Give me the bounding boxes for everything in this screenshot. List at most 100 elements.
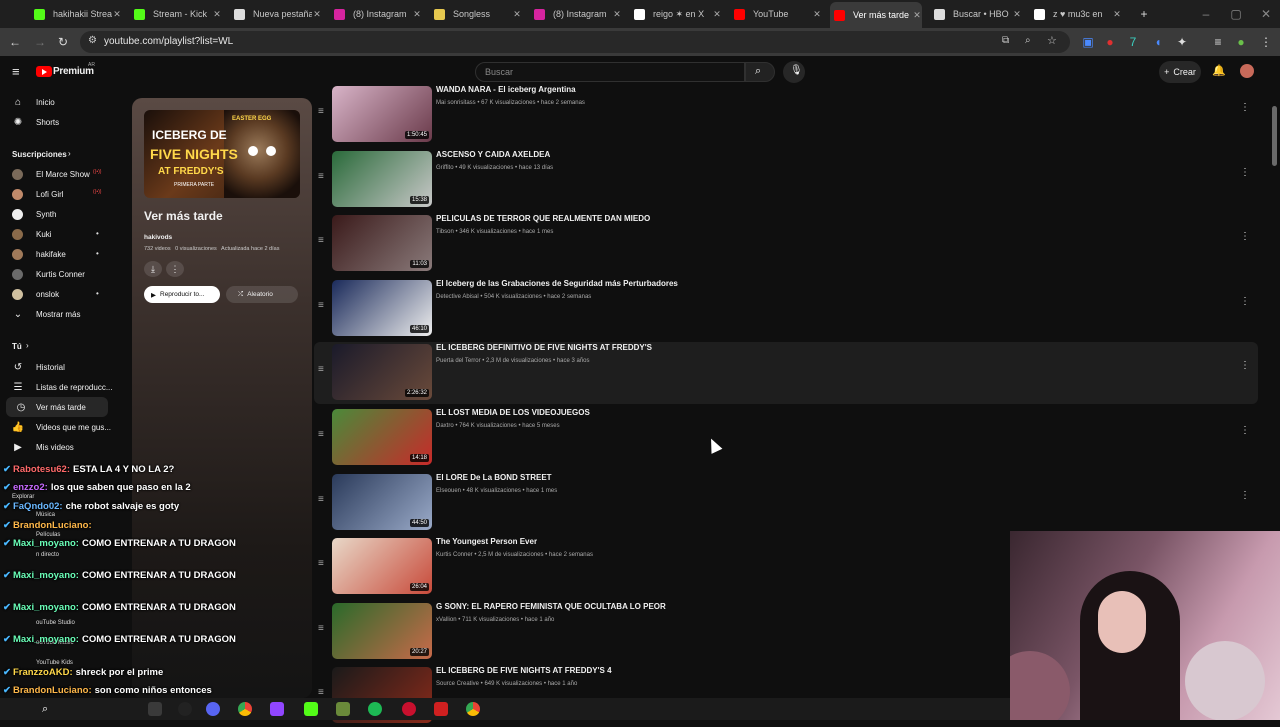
chat-username[interactable]: BrandonLuciano: [13, 520, 92, 531]
download-icon[interactable]: ⤓ [144, 261, 162, 277]
explore-item-label[interactable]: Música [36, 512, 55, 518]
drag-handle-icon[interactable]: ≡ [318, 687, 324, 698]
browser-tab[interactable]: z ♥ mu3c en ✕ [1030, 4, 1122, 24]
video-thumbnail[interactable]: 15:38 [332, 150, 432, 207]
video-title[interactable]: EL ICEBERG DE FIVE NIGHTS AT FREDDY'S 4 [436, 666, 612, 675]
tab-close-icon[interactable]: ✕ [112, 9, 122, 20]
sidebar-item[interactable]: ⌂ Inicio [0, 92, 120, 112]
tab-close-icon[interactable]: ✕ [1012, 9, 1022, 20]
more-options-icon[interactable]: ⋮ [166, 261, 184, 277]
browser-tab[interactable]: (8) Instagram ✕ [330, 4, 422, 24]
tab-close-icon[interactable]: ✕ [512, 9, 522, 20]
video-menu-icon[interactable]: ⋮ [1240, 425, 1250, 436]
taskbar-obs-icon[interactable] [178, 702, 192, 716]
taskbar-app-icon[interactable] [148, 702, 162, 716]
video-thumbnail[interactable]: 11:03 [332, 215, 432, 272]
sidebar-item[interactable]: ↺ Historial [0, 357, 120, 377]
video-menu-icon[interactable]: ⋮ [1240, 102, 1250, 113]
video-title[interactable]: El LORE De La BOND STREET [436, 473, 552, 482]
taskbar-chrome-icon[interactable] [238, 702, 252, 716]
browser-menu-icon[interactable]: ⋮ [1258, 34, 1274, 50]
browser-tab[interactable]: (8) Instagram ✕ [530, 4, 622, 24]
browser-tab[interactable]: Stream - Kick ✕ [130, 4, 222, 24]
more-from-youtube-item[interactable]: YouTube Kids [36, 660, 73, 666]
sidebar-item[interactable]: 👍 Videos que me gus... [0, 417, 120, 437]
video-thumbnail[interactable]: 26:04 [332, 538, 432, 595]
subscription-item[interactable]: Kuki [0, 224, 120, 244]
drag-handle-icon[interactable]: ≡ [318, 300, 324, 311]
tab-close-icon[interactable]: ✕ [912, 10, 922, 21]
subscription-item[interactable]: hakifake [0, 244, 120, 264]
sidebar-item[interactable]: ✺ Shorts [0, 112, 120, 132]
video-thumbnail[interactable]: 20:27 [332, 602, 432, 659]
taskbar-discord-icon[interactable] [206, 702, 220, 716]
site-info-icon[interactable]: ⚙ [88, 35, 97, 46]
chat-username[interactable]: Maxi_moyano: [13, 570, 79, 581]
drag-handle-icon[interactable]: ≡ [318, 106, 324, 117]
subscription-item[interactable]: Lofi Girl [0, 184, 120, 204]
window-close-icon[interactable]: ✕ [1258, 6, 1274, 22]
tab-close-icon[interactable]: ✕ [812, 9, 822, 20]
taskbar-search-icon[interactable]: ⌕ [42, 702, 56, 716]
extension-7tv-icon[interactable]: 7 [1125, 34, 1141, 50]
browser-tab[interactable]: hakihakii Strea ✕ [30, 4, 122, 24]
chat-username[interactable]: Maxi_moyano: [13, 538, 79, 549]
taskbar-app-red-icon[interactable] [434, 702, 448, 716]
video-row[interactable]: ≡ 15:38 ASCENSO Y CAIDA AXELDEA Griffito • … [314, 149, 1258, 211]
video-title[interactable]: G SONY: EL RAPERO FEMINISTA QUE OCULTABA… [436, 602, 666, 611]
forward-icon[interactable]: → [32, 34, 48, 50]
video-title[interactable]: EL ICEBERG DEFINITIVO DE FIVE NIGHTS AT … [436, 343, 652, 352]
install-icon[interactable]: ⧉ [1002, 35, 1009, 46]
video-menu-icon[interactable]: ⋮ [1240, 231, 1250, 242]
youtube-logo-icon[interactable] [36, 66, 52, 77]
tab-close-icon[interactable]: ✕ [212, 9, 222, 20]
video-title[interactable]: EL LOST MEDIA DE LOS VIDEOJUEGOS [436, 408, 590, 417]
new-tab-icon[interactable]: + [1136, 6, 1152, 22]
video-row[interactable]: ≡ 11:03 PELICULAS DE TERROR QUE REALMENTE … [314, 213, 1258, 275]
extensions-puzzle-icon[interactable]: ✦ [1174, 34, 1190, 50]
taskbar-spotify-icon[interactable] [368, 702, 382, 716]
back-icon[interactable]: ← [7, 34, 23, 50]
subscriptions-heading[interactable]: Suscripciones [12, 150, 67, 159]
subscription-item[interactable]: onslok [0, 284, 120, 304]
browser-tab[interactable]: Songless ✕ [430, 4, 522, 24]
video-row[interactable]: ≡ 44:50 El LORE De La BOND STREET Elseouen … [314, 472, 1258, 534]
video-menu-icon[interactable]: ⋮ [1240, 167, 1250, 178]
chat-username[interactable]: FaQndo02: [13, 501, 63, 512]
tab-close-icon[interactable]: ✕ [1112, 9, 1122, 20]
hamburger-menu-icon[interactable]: ≡ [12, 64, 20, 79]
chat-username[interactable]: BrandonLuciano: [13, 685, 92, 696]
drag-handle-icon[interactable]: ≡ [318, 558, 324, 569]
video-thumbnail[interactable]: 44:50 [332, 473, 432, 530]
maximize-icon[interactable]: ▢ [1228, 6, 1244, 22]
search-input[interactable]: Buscar [475, 62, 745, 82]
sidebar-item[interactable]: ◷ Ver más tarde [6, 397, 108, 417]
create-button[interactable]: + Crear [1159, 61, 1201, 83]
video-thumbnail[interactable]: 2:26:32 [332, 344, 432, 401]
chat-username[interactable]: FranzzoAKD: [13, 667, 73, 678]
tab-close-icon[interactable]: ✕ [712, 9, 722, 20]
video-thumbnail[interactable]: 14:18 [332, 409, 432, 465]
subscription-item[interactable]: Kurtis Conner [0, 264, 120, 284]
voice-search-button[interactable]: 🎙 [783, 61, 805, 83]
video-row[interactable]: ≡ 1:50:45 WANDA NARA - El iceberg Argentin… [314, 84, 1258, 146]
profile-avatar-icon[interactable]: ● [1233, 34, 1249, 50]
zoom-icon[interactable]: ⌕ [1025, 35, 1031, 46]
browser-tab[interactable]: Ver más tarde ✕ [830, 2, 922, 28]
browser-tab[interactable]: Nueva pestaña ✕ [230, 4, 322, 24]
sidebar-item[interactable]: ☰ Listas de reproducc... [0, 377, 120, 397]
tab-close-icon[interactable]: ✕ [412, 9, 422, 20]
video-row[interactable]: ≡ 2:26:32 EL ICEBERG DEFINITIVO DE FIVE NI… [314, 342, 1258, 405]
browser-tab[interactable]: reigo ✶ en X ✕ [630, 4, 722, 24]
video-row[interactable]: ≡ 14:18 EL LOST MEDIA DE LOS VIDEOJUEGOS Da… [314, 407, 1258, 469]
video-title[interactable]: The Youngest Person Ever [436, 537, 537, 546]
explore-item-label[interactable]: n directo [36, 552, 59, 558]
media-control-icon[interactable]: ≡ [1210, 34, 1226, 50]
drag-handle-icon[interactable]: ≡ [318, 494, 324, 505]
video-menu-icon[interactable]: ⋮ [1240, 360, 1250, 371]
you-heading[interactable]: Tú [12, 342, 22, 351]
search-button[interactable]: ⌕ [745, 62, 775, 82]
notifications-bell-icon[interactable]: 🔔 [1212, 64, 1226, 77]
tab-close-icon[interactable]: ✕ [312, 9, 322, 20]
subscription-item[interactable]: Synth [0, 204, 120, 224]
